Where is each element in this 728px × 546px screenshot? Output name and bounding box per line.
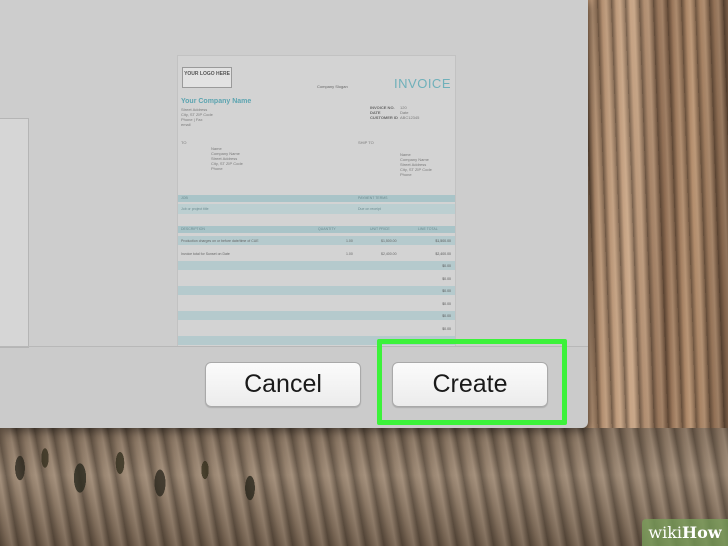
table-row: $0.00: [178, 324, 455, 333]
item-total: $0.00: [442, 277, 451, 281]
wallpaper-trees: [0, 428, 300, 518]
template-list-panel[interactable]: [0, 118, 29, 348]
col-description: DESCRIPTION: [181, 227, 205, 231]
item-qty: 1.00: [346, 252, 353, 256]
item-total: $0.00: [442, 264, 451, 268]
company-address: Street Address City, ST ZIP Code Phone |…: [181, 107, 261, 127]
col-quantity: QUANTITY: [318, 227, 336, 231]
item-price: $1,500.00: [381, 239, 397, 243]
table-row: $0.00: [178, 299, 455, 308]
job-label: JOB: [181, 196, 188, 200]
item-total: $2,400.00: [435, 252, 451, 256]
ship-to-label: SHIP TO: [358, 140, 374, 145]
invoice-title: INVOICE: [394, 76, 451, 91]
invoice-template-thumbnail[interactable]: YOUR LOGO HERE Company Slogan INVOICE Yo…: [178, 56, 455, 346]
template-preview-area: YOUR LOGO HERE Company Slogan INVOICE Yo…: [0, 0, 588, 348]
item-total: $0.00: [442, 289, 451, 293]
template-dialog: YOUR LOGO HERE Company Slogan INVOICE Yo…: [0, 0, 588, 428]
bill-to-block: Name Company Name Street Address City, S…: [211, 146, 271, 171]
payment-terms-label: PAYMENT TERMS: [358, 196, 388, 200]
logo-placeholder: YOUR LOGO HERE: [182, 67, 232, 88]
columns-header-band: DESCRIPTION QUANTITY UNIT PRICE LINE TOT…: [178, 226, 455, 233]
job-value: Job or project title: [181, 207, 209, 211]
cancel-button[interactable]: Cancel: [205, 362, 361, 407]
col-line-total: LINE TOTAL: [418, 227, 438, 231]
item-description: Invoice total for Sunset on Date: [181, 252, 230, 256]
company-name: Your Company Name: [181, 98, 252, 105]
table-row: Invoice total for Sunset on Date 1.00 $2…: [178, 249, 455, 258]
item-price: $2,400.00: [381, 252, 397, 256]
col-unit-price: UNIT PRICE: [370, 227, 390, 231]
watermark-wiki: wiki: [648, 523, 683, 542]
create-button-highlight: [377, 339, 567, 425]
job-value-band: Job or project title Due on receipt: [178, 204, 455, 214]
watermark-how: How: [682, 523, 722, 542]
wikihow-watermark: wiki How: [642, 519, 728, 546]
item-total: $0.00: [442, 327, 451, 331]
to-label: TO: [181, 140, 187, 145]
job-header-band: JOB PAYMENT TERMS: [178, 195, 455, 202]
ship-to-block: Name Company Name Street Address City, S…: [400, 152, 450, 177]
item-total: $1,500.00: [435, 239, 451, 243]
table-row: Production charges on or before date/tim…: [178, 236, 455, 245]
table-row: $0.00: [178, 286, 455, 295]
ship-to-line: Phone: [400, 172, 412, 177]
item-description: Production charges on or before date/tim…: [181, 239, 259, 243]
invoice-meta: INVOICE NO. 120 DATE Date CUSTOMER ID ABC12…: [370, 105, 450, 120]
item-total: $0.00: [442, 314, 451, 318]
item-qty: 1.00: [346, 239, 353, 243]
item-total: $0.00: [442, 302, 451, 306]
bill-to-line: Phone: [211, 166, 223, 171]
table-row: $0.00: [178, 274, 455, 283]
address-line: email: [181, 122, 191, 127]
meta-value: ABC12345: [400, 115, 420, 120]
company-slogan: Company Slogan: [317, 84, 348, 89]
terms-value: Due on receipt: [358, 207, 381, 211]
meta-label: CUSTOMER ID: [370, 115, 398, 120]
table-row: $0.00: [178, 311, 455, 320]
table-row: $0.00: [178, 261, 455, 270]
